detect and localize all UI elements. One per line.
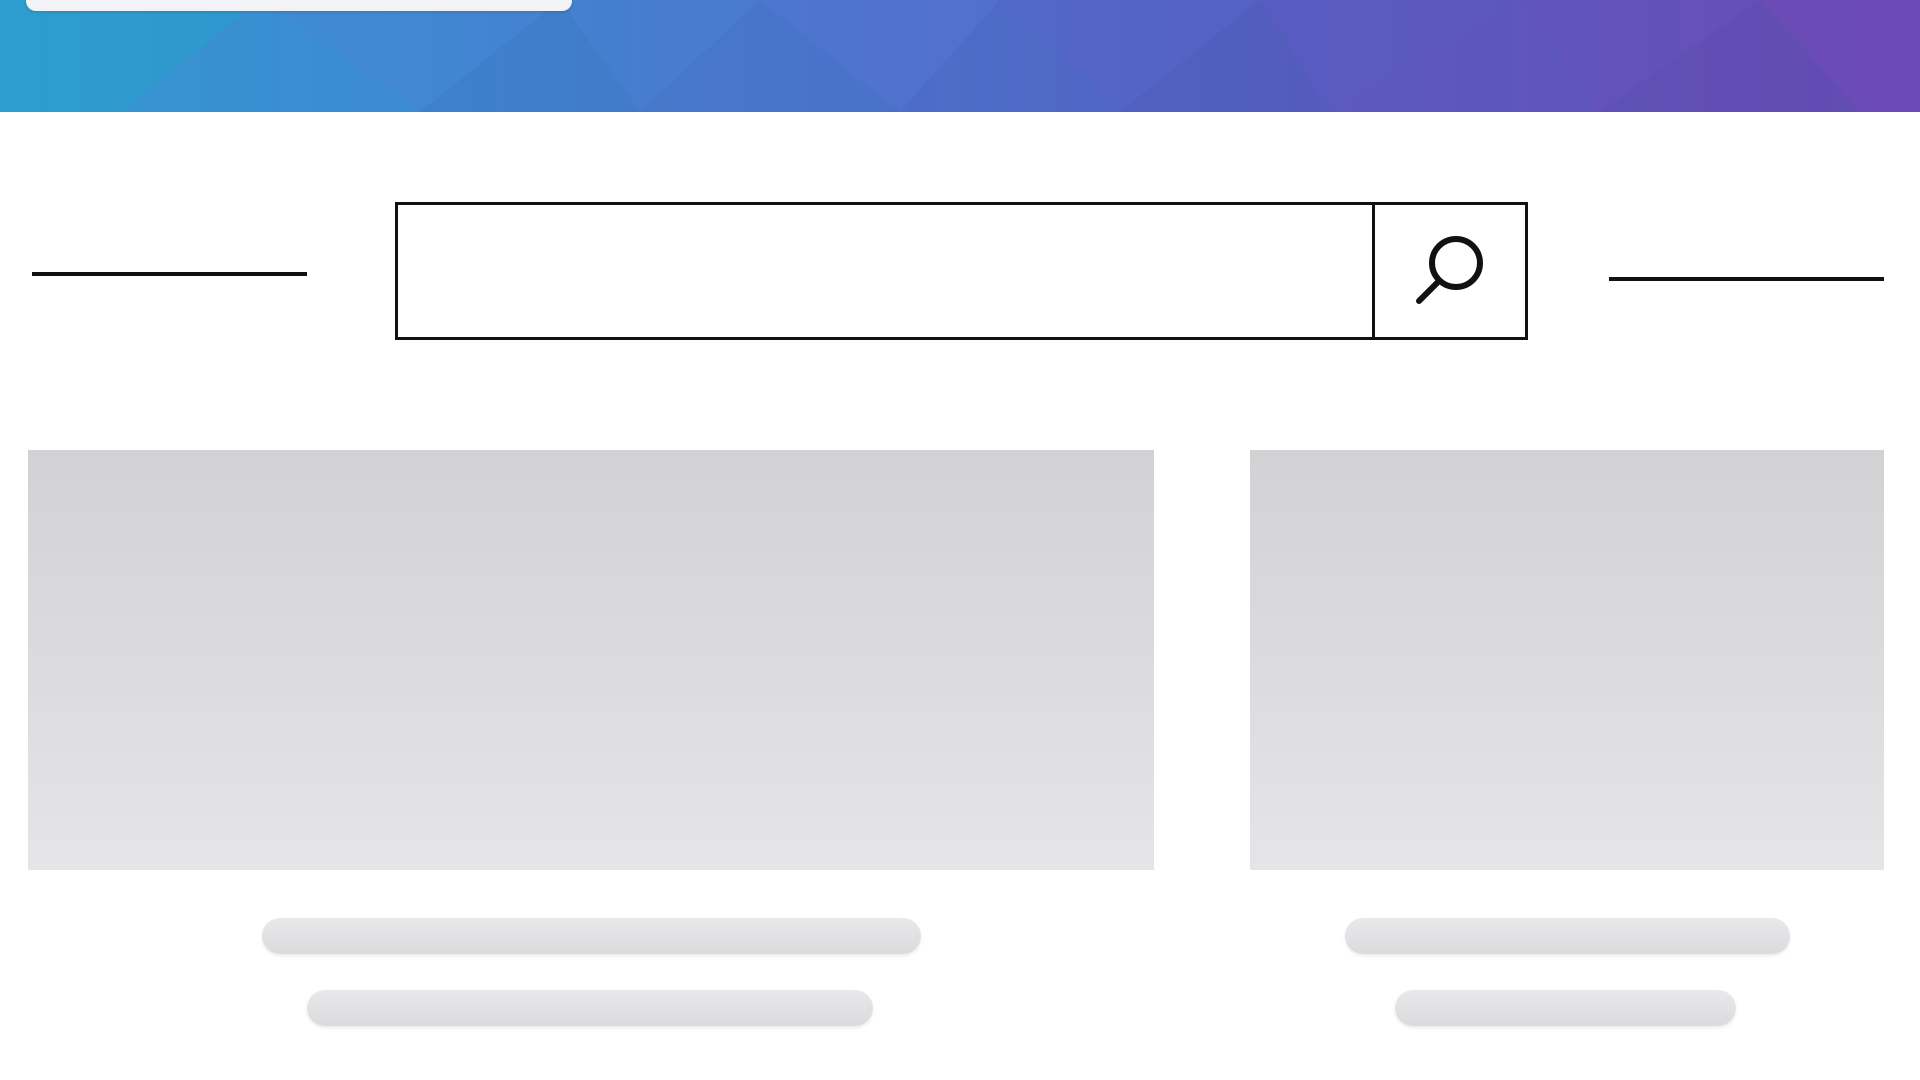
header-banner xyxy=(0,0,1920,112)
page xyxy=(0,0,1920,1080)
card-title-placeholder xyxy=(1345,918,1790,954)
header-pill-bar xyxy=(26,0,572,11)
banner-polygon-pattern xyxy=(0,0,1920,112)
left-divider-line xyxy=(32,272,307,276)
card-image-placeholder xyxy=(1250,450,1884,870)
card-subtitle-placeholder xyxy=(307,990,873,1026)
search-button[interactable] xyxy=(1372,205,1525,337)
search-icon xyxy=(1416,236,1483,304)
search-input[interactable] xyxy=(398,205,1372,337)
right-divider-line xyxy=(1609,277,1884,281)
search-bar xyxy=(395,202,1528,340)
card-subtitle-placeholder xyxy=(1395,990,1736,1026)
card-image-placeholder xyxy=(28,450,1154,870)
card-title-placeholder xyxy=(262,918,921,954)
